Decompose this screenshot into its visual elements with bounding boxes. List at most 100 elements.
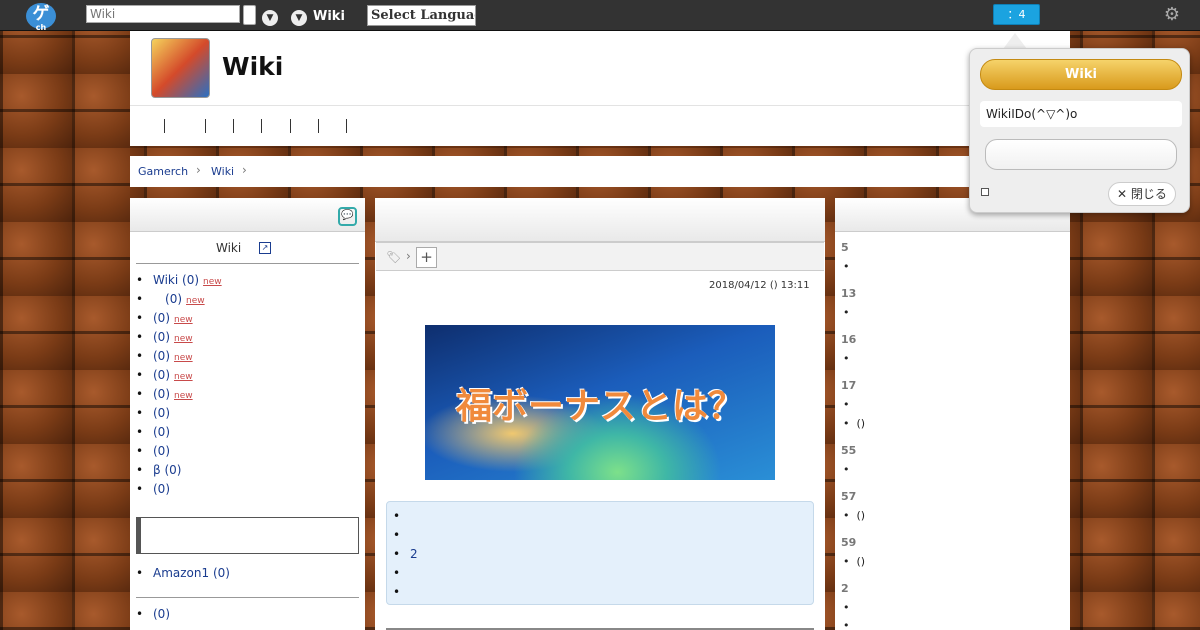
new-badge[interactable]: new (174, 391, 193, 401)
breadcrumb-wiki-link[interactable]: Wiki (211, 165, 234, 178)
chevron-right-icon: › (406, 249, 411, 263)
sidebar-item[interactable]: (0) new (136, 366, 222, 385)
gear-icon[interactable]: ⚙ (1162, 5, 1182, 25)
sidebar-item-label[interactable]: (0) (165, 292, 182, 306)
toc-item-label[interactable]: 2 (410, 547, 418, 561)
section-number: 2 (841, 582, 849, 595)
sidebar-item[interactable]: (0) new (136, 347, 222, 366)
sidebar-item-label[interactable]: Wiki (0) (153, 273, 199, 287)
nav-separator (261, 119, 262, 133)
toc-item[interactable] (393, 507, 418, 526)
logo-subtext: ch (35, 23, 47, 32)
right-list-item[interactable]: • () (843, 555, 865, 568)
toc-item[interactable] (393, 583, 418, 602)
sidebar-item-label[interactable]: (0) (153, 387, 170, 401)
right-list-item[interactable]: • (843, 463, 856, 476)
sidebar-item-label[interactable]: (0) (153, 349, 170, 363)
sidebar-item-label[interactable]: (0) (153, 311, 170, 325)
menu-dropdown-icon[interactable]: ▼ (262, 10, 278, 26)
sidebar-item[interactable]: (0) (136, 423, 222, 442)
sidebar-item-label[interactable]: β (0) (153, 463, 181, 477)
right-item-label[interactable]: () (856, 417, 865, 430)
popup-wiki-button[interactable]: Wiki (980, 59, 1182, 90)
toc-item[interactable]: 2 (393, 545, 418, 564)
nav-separator (290, 119, 291, 133)
sidebar-item-label[interactable]: (0) (153, 444, 170, 458)
right-list-item[interactable]: • (843, 352, 856, 365)
main-header (375, 198, 825, 242)
new-badge[interactable]: new (203, 277, 222, 287)
right-list-item[interactable]: • () (843, 509, 865, 522)
sidebar-item[interactable]: (0) (136, 404, 222, 423)
new-badge[interactable]: new (186, 296, 205, 306)
sidebar-item-label[interactable]: (0) (153, 330, 170, 344)
sidebar-item[interactable]: (0) (136, 605, 170, 624)
right-list-item[interactable]: • (843, 619, 856, 630)
right-list-item[interactable]: • (843, 260, 856, 273)
right-list-item[interactable]: • (843, 601, 856, 614)
sidebar-item-label[interactable]: (0) (153, 425, 170, 439)
popup-close-button[interactable]: ✕ 閉じる (1108, 182, 1176, 206)
right-list-item[interactable]: • () (843, 417, 865, 430)
external-link-icon[interactable]: ↗ (259, 242, 271, 254)
sidebar-item[interactable]: (0) (136, 480, 222, 499)
popup-checkbox[interactable] (981, 188, 989, 196)
tag-icon: 🏷 (386, 250, 402, 264)
section-number: 17 (841, 379, 857, 392)
sidebar-item[interactable]: (0) new (136, 309, 222, 328)
right-list-item[interactable]: • (843, 398, 856, 411)
chat-icon[interactable]: 💬 (338, 207, 357, 226)
search-input[interactable] (86, 5, 240, 23)
breadcrumb (130, 156, 1070, 187)
section-number: 13 (841, 287, 857, 300)
site-logo-image[interactable] (151, 38, 210, 98)
post-date: 2018/04/12 () 13:11 (709, 280, 810, 291)
sidebar-divider (136, 597, 359, 598)
sidebar-item[interactable]: (0) new (136, 385, 222, 404)
toc-item[interactable] (393, 564, 418, 583)
sidebar-item[interactable]: (0) (136, 442, 222, 461)
sidebar-item[interactable]: β (0) (136, 461, 222, 480)
banner-text: 福ボーナスとは？ (455, 386, 744, 427)
section-number: 59 (841, 536, 857, 549)
sidebar-list-bottom: (0) (136, 605, 170, 624)
wiki-menu-link[interactable]: Wiki (313, 9, 345, 24)
gamerch-logo-icon[interactable]: ゲ ch (26, 3, 56, 32)
right-list-item[interactable]: • (843, 306, 856, 319)
header-divider (130, 105, 1070, 106)
sidebar-item[interactable]: Wiki (0) new (136, 271, 222, 290)
site-title[interactable]: Wiki (222, 52, 283, 81)
language-select[interactable]: Select Language (367, 5, 476, 26)
chevron-right-icon: › (196, 163, 201, 177)
amazon-item[interactable]: Amazon1 (0) (136, 564, 230, 583)
breadcrumb-gamerch-link[interactable]: Gamerch (138, 165, 188, 178)
section-number: 16 (841, 333, 857, 346)
sidebar-item-label[interactable]: (0) (153, 368, 170, 382)
popup-input[interactable] (985, 139, 1177, 170)
article-banner-image: 福ボーナスとは？ (425, 325, 775, 480)
sidebar-item[interactable]: (0) new (136, 290, 222, 309)
sidebar-item-label[interactable]: (0) (153, 406, 170, 420)
right-item-label[interactable]: () (856, 509, 865, 522)
search-button[interactable] (243, 5, 256, 25)
right-item-label[interactable]: () (856, 555, 865, 568)
popup-message: WikiIDo(^▽^)o (980, 101, 1182, 127)
wiki-dropdown-icon[interactable]: ▼ (291, 10, 307, 26)
sidebar-item-label[interactable]: (0) (153, 482, 170, 496)
logo-text: ゲ (32, 4, 50, 24)
nav-separator (233, 119, 234, 133)
new-badge[interactable]: new (174, 315, 193, 325)
add-tag-button[interactable]: + (416, 247, 437, 268)
sidebar-divider (136, 263, 359, 264)
sidebar-heading: Wiki (216, 241, 242, 255)
new-badge[interactable]: new (174, 334, 193, 344)
section-number: 55 (841, 444, 857, 457)
new-badge[interactable]: new (174, 372, 193, 382)
notification-badge[interactable]: ：4 (993, 4, 1040, 25)
amazon-item-label[interactable]: Amazon1 (0) (153, 566, 230, 580)
toc-item[interactable] (393, 526, 418, 545)
left-sidebar-header (130, 198, 365, 232)
sidebar-item[interactable]: (0) new (136, 328, 222, 347)
sidebar-item-label[interactable]: (0) (153, 607, 170, 621)
new-badge[interactable]: new (174, 353, 193, 363)
